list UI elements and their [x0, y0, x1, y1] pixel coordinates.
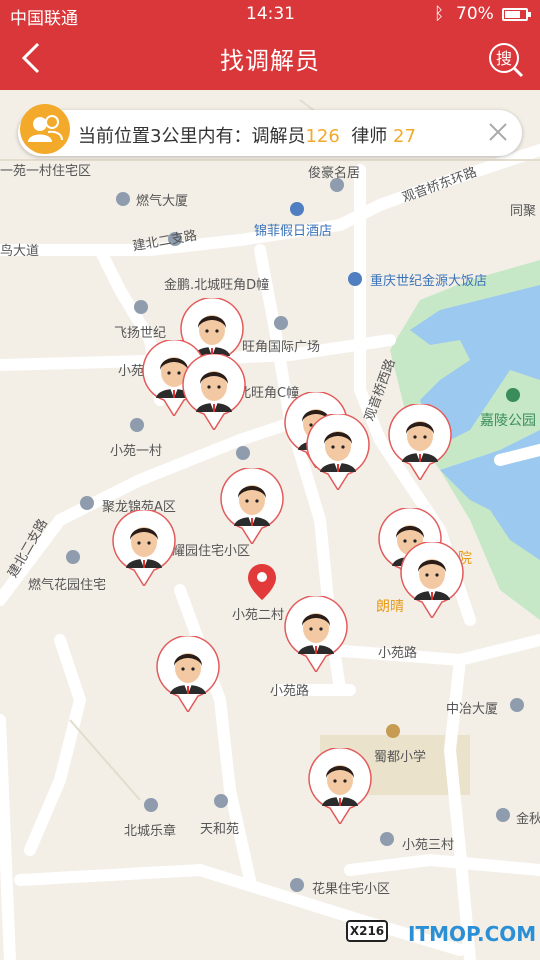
- mediator-avatar-pin[interactable]: [182, 352, 246, 432]
- mediator-avatar-pin[interactable]: [220, 466, 284, 546]
- map-label: 小苑路: [270, 684, 310, 699]
- building-icon: [380, 832, 394, 846]
- map-label: 俊豪名居: [308, 166, 361, 181]
- mediator-avatar-pin[interactable]: [284, 594, 348, 674]
- building-icon: [274, 316, 288, 330]
- mediator-avatar-pin[interactable]: [112, 508, 176, 588]
- map-label: 金秋: [516, 812, 540, 827]
- map-label: 小苑路: [378, 646, 418, 661]
- building-icon: [144, 798, 158, 812]
- map-label: 小苑: [118, 364, 145, 379]
- map-label: 北城乐章: [124, 824, 177, 839]
- map-label: 花果住宅小区: [312, 882, 391, 897]
- mediator-avatar-pin[interactable]: [388, 402, 452, 482]
- map-label: 天和苑: [200, 822, 240, 837]
- mediator-avatar-pin[interactable]: [308, 746, 372, 826]
- map-label: 中冶大厦: [446, 702, 499, 717]
- map-label: 飞扬世纪: [114, 326, 167, 341]
- search-label: 搜: [496, 49, 512, 68]
- nearby-summary-bar: 当前位置3公里内有：调解员126 律师 27: [18, 104, 522, 156]
- map-label: 蜀都小学: [374, 750, 427, 765]
- carrier-name: 中国联通: [10, 9, 78, 29]
- watermark: ITMOP.COM: [408, 922, 537, 946]
- bluetooth-icon: ᛒ: [434, 4, 445, 24]
- summary-prefix: 当前位置3公里内有：: [78, 126, 252, 147]
- building-icon: [80, 496, 94, 510]
- building-icon: [214, 794, 228, 808]
- building-icon: [116, 192, 130, 206]
- mediator-count: 126: [305, 126, 340, 147]
- map-label: 金鹏.北城旺角D幢: [164, 278, 270, 293]
- map-label: 嘉陵公园: [480, 413, 536, 429]
- map-label: 鸟大道: [0, 244, 40, 259]
- map-label: 燃气花园住宅: [28, 578, 107, 593]
- mediator-avatar-pin[interactable]: [156, 634, 220, 714]
- mediator-avatar-pin[interactable]: [400, 540, 464, 620]
- map-label: 一苑一村住宅区: [0, 164, 92, 179]
- building-icon: [134, 300, 148, 314]
- lawyer-label: 律师: [351, 126, 388, 147]
- map-label: 小苑二村: [232, 608, 285, 623]
- mediator-avatar-pin[interactable]: [306, 412, 370, 492]
- building-icon: [496, 808, 510, 822]
- hotel-icon: [348, 272, 362, 286]
- current-location-pin[interactable]: [248, 564, 276, 600]
- battery-icon: [502, 8, 531, 21]
- map-label: 重庆世纪金源大饭店: [370, 274, 488, 289]
- people-icon: [20, 104, 70, 154]
- building-icon: [66, 550, 80, 564]
- school-icon: [386, 724, 400, 738]
- building-icon: [236, 446, 250, 460]
- battery-percent: 70%: [456, 4, 494, 24]
- building-icon: [130, 418, 144, 432]
- status-bar: 中国联通 14:31 ᛒ 70%: [0, 0, 540, 29]
- hotel-icon: [290, 202, 304, 216]
- lawyer-count: 27: [393, 126, 416, 147]
- status-time: 14:31: [246, 4, 295, 24]
- nav-bar: 找调解员 搜: [0, 28, 540, 90]
- building-icon: [290, 878, 304, 892]
- map-label: 同聚: [510, 204, 537, 219]
- search-button[interactable]: 搜: [488, 42, 524, 78]
- summary-text: 当前位置3公里内有：调解员126 律师 27: [78, 122, 416, 148]
- map-label: 锦菲假日酒店: [254, 224, 333, 239]
- mediator-label: 调解员: [251, 126, 306, 147]
- map-label: 小苑一村: [110, 444, 163, 459]
- road-badge: X216: [346, 920, 388, 942]
- map-label: 小苑三村: [402, 838, 455, 853]
- map-label: 燃气大厦: [136, 194, 189, 209]
- page-title: 找调解员: [220, 47, 320, 75]
- park-icon: [506, 388, 520, 402]
- building-icon: [510, 698, 524, 712]
- map-label: 旺角国际广场: [242, 340, 321, 355]
- close-icon[interactable]: [486, 120, 510, 144]
